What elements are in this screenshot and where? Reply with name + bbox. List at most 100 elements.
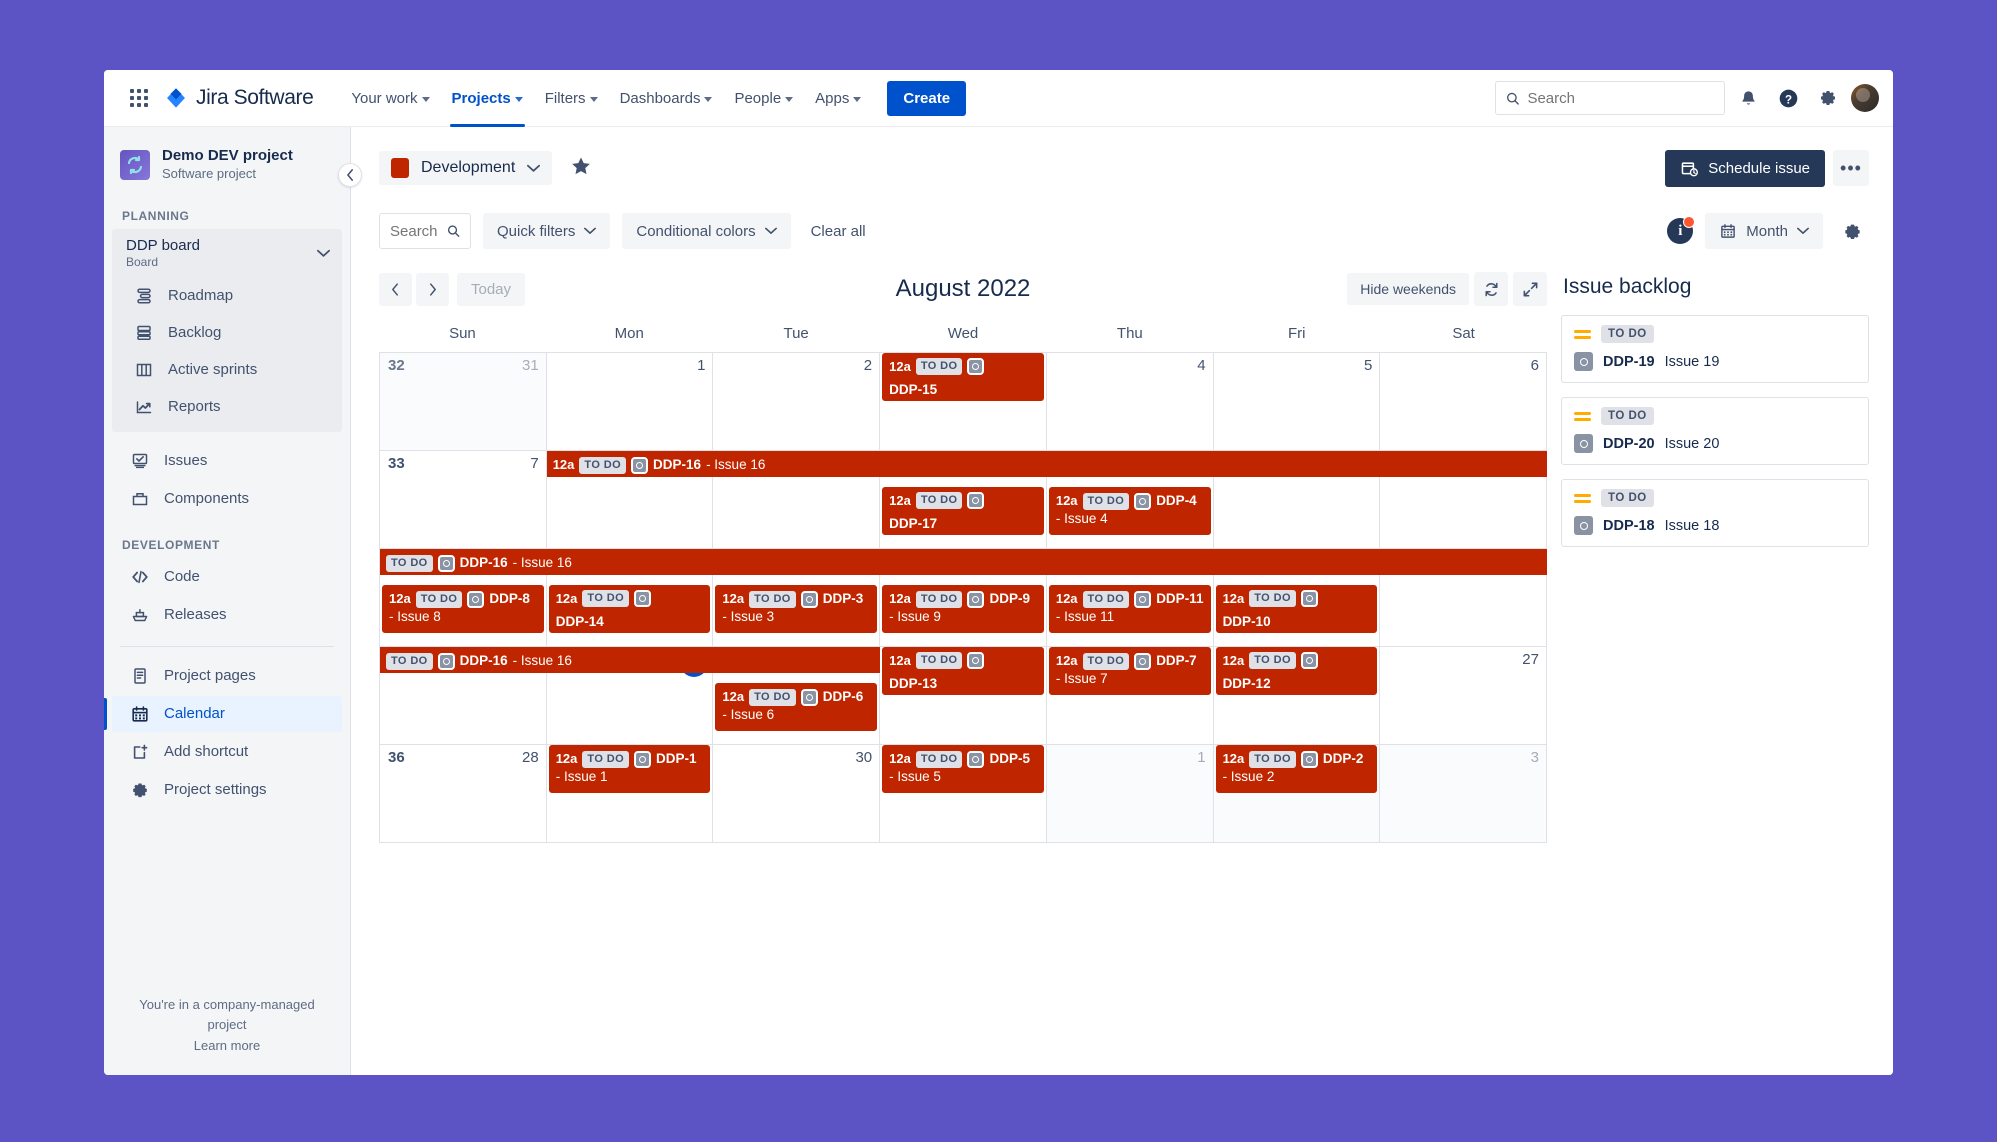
favorite-star-button[interactable] — [570, 155, 592, 182]
calendar-search-box[interactable] — [379, 213, 471, 249]
calendar-event[interactable]: 12a TO DO DDP-12 - Issue 12 — [1215, 647, 1378, 695]
avatar[interactable] — [1851, 84, 1879, 112]
status-badge: TO DO — [749, 688, 796, 706]
sidebar-item-calendar[interactable]: Calendar — [104, 695, 342, 732]
sidebar-item-active-sprints[interactable]: Active sprints — [116, 352, 338, 388]
nav-filters[interactable]: Filters — [535, 79, 608, 117]
calendar-search-input[interactable] — [390, 222, 447, 240]
event-time: 12a — [1222, 751, 1245, 767]
jira-software-logo-link[interactable]: Jira Software — [165, 86, 314, 110]
hide-weekends-button[interactable]: Hide weekends — [1347, 273, 1469, 305]
event-time: 12a — [889, 493, 911, 508]
schedule-issue-button[interactable]: Schedule issue — [1665, 149, 1825, 187]
conditional-colors-dropdown[interactable]: Conditional colors — [622, 213, 791, 249]
status-badge: TO DO — [915, 750, 963, 768]
backlog-issue-card[interactable]: TO DO DDP-19 Issue 19 — [1561, 315, 1869, 383]
event-summary: - Issue 12 — [1223, 693, 1282, 695]
fullscreen-button[interactable] — [1513, 272, 1547, 306]
gear-icon — [1821, 91, 1835, 105]
prev-month-button[interactable] — [379, 272, 412, 306]
sidebar-item-releases[interactable]: Releases — [112, 597, 342, 633]
nav-projects[interactable]: Projects — [442, 79, 533, 127]
calendar-event[interactable]: 12a TO DO DDP-17 - Issue 17 — [882, 487, 1044, 535]
event-meta-line: 12a TO DO DDP-9 — [889, 590, 1037, 608]
notifications-button[interactable] — [1731, 81, 1765, 115]
calendar-event[interactable]: 12a TO DO DDP-14 - Issue 14 — [548, 585, 711, 633]
sidebar-item-roadmap[interactable]: Roadmap — [116, 278, 338, 314]
calendar-event[interactable]: 12a TO DO DDP-4 - Issue 4 — [1048, 487, 1211, 535]
sidebar-item-code[interactable]: Code — [112, 559, 342, 595]
global-search-box[interactable] — [1495, 81, 1725, 115]
calendar-event[interactable]: 12a TO DO DDP-9 - Issue 9 — [882, 585, 1044, 633]
task-icon — [437, 554, 455, 572]
nav-people[interactable]: People — [724, 79, 803, 117]
sidebar-item-add-shortcut[interactable]: Add shortcut — [112, 734, 342, 770]
calendar-event[interactable]: 12a TO DO DDP-10 - Issue 10 — [1215, 585, 1378, 633]
today-button[interactable]: Today — [457, 272, 526, 306]
sidebar-item-project-pages[interactable]: Project pages — [112, 658, 342, 694]
quick-filters-dropdown[interactable]: Quick filters — [483, 213, 611, 249]
sidebar-item-issues[interactable]: Issues — [112, 443, 342, 479]
dow-sun: Sun — [449, 325, 476, 342]
sidebar-item-project-settings[interactable]: Project settings — [112, 772, 342, 808]
calendar-event[interactable]: 12a TO DO DDP-15 - Issue 15 — [882, 353, 1044, 401]
more-actions-button[interactable]: ••• — [1833, 150, 1869, 186]
calendar-event[interactable]: 12a TO DO DDP-1 - Issue 1 — [548, 745, 711, 793]
info-button[interactable]: i — [1667, 216, 1696, 244]
learn-more-link[interactable]: Learn more — [120, 1036, 334, 1057]
task-icon — [800, 688, 818, 706]
week-events-layer: TO DO DDP-16- Issue 16 12a TO DO DDP-8- Issu… — [380, 549, 1547, 633]
nav-dashboards[interactable]: Dashboards — [610, 79, 723, 117]
task-icon — [800, 590, 818, 608]
calendar-event[interactable]: 12a TO DO DDP-13 - Issue 13 — [882, 647, 1044, 695]
board-selector-pill[interactable]: Development — [379, 151, 553, 185]
sidebar-item-backlog[interactable]: Backlog — [116, 315, 338, 351]
create-button[interactable]: Create — [887, 80, 967, 116]
calendar-event[interactable]: 12a TO DO DDP-8 - Issue 8 — [382, 585, 544, 633]
calendar-grid: 323112345612aTO DODDP-15- Issue 15337891… — [379, 352, 1547, 843]
backlog-issue-card[interactable]: TO DO DDP-20 Issue 20 — [1561, 397, 1869, 465]
view-mode-dropdown[interactable]: Month — [1705, 213, 1823, 249]
calendar-event[interactable]: 12a TO DO DDP-6 - Issue 6 — [715, 683, 878, 731]
calendar-event[interactable]: TO DO DDP-16 - Issue 16 — [380, 549, 1547, 575]
event-issue-key: DDP-16 — [459, 653, 508, 668]
help-button[interactable]: ? — [1771, 81, 1805, 115]
calendar-event[interactable]: 12a TO DO DDP-5 - Issue 5 — [882, 745, 1044, 793]
global-search-input[interactable] — [1527, 89, 1714, 107]
calendar-event[interactable]: 12a TO DO DDP-7 - Issue 7 — [1048, 647, 1211, 695]
project-header[interactable]: Demo DEV project Software project — [104, 127, 350, 199]
task-icon — [634, 590, 652, 608]
app-switcher-button[interactable] — [122, 81, 156, 115]
event-summary: - Issue 17 — [889, 533, 948, 535]
calendar-event[interactable]: 12a TO DO DDP-2 - Issue 2 — [1215, 745, 1378, 793]
calendar-settings-button[interactable] — [1835, 214, 1869, 248]
backlog-issue-card[interactable]: TO DO DDP-18 Issue 18 — [1561, 479, 1869, 547]
calendar-event[interactable]: 12a TO DO DDP-11 - Issue 11 — [1048, 585, 1211, 633]
calendar-week-row: 337891011121312aTO DODDP-16- Issue 1612a… — [380, 451, 1547, 549]
nav-your-work[interactable]: Your work — [341, 79, 439, 117]
sidebar-item-components[interactable]: Components — [112, 481, 342, 517]
sidebar-collapse-button[interactable] — [338, 163, 362, 187]
pages-icon — [134, 667, 146, 684]
next-month-button[interactable] — [416, 272, 449, 306]
search-icon — [1507, 92, 1519, 105]
calendar-event[interactable]: 12a TO DO DDP-16 - Issue 16 — [546, 451, 1547, 477]
status-badge: TO DO — [1082, 492, 1130, 510]
event-summary: - Issue 15 — [889, 399, 948, 401]
clear-all-button[interactable]: Clear all — [803, 223, 874, 240]
sidebar-item-reports[interactable]: Reports — [116, 389, 338, 425]
event-meta-line: 12a TO DO DDP-16 - Issue 16 — [553, 456, 1541, 474]
board-selector[interactable]: DDP board Board — [112, 229, 342, 277]
project-avatar-icon — [120, 149, 150, 180]
nav-apps[interactable]: Apps — [805, 79, 871, 117]
backlog-card-bottom: DDP-19 Issue 19 — [1574, 352, 1856, 371]
settings-button[interactable] — [1811, 81, 1845, 115]
event-time: 12a — [1222, 591, 1245, 606]
calendar-event[interactable]: TO DO DDP-16 - Issue 16 — [380, 647, 881, 673]
event-time: 12a — [552, 457, 575, 473]
sidebar-divider — [120, 645, 334, 647]
calendar-event[interactable]: 12a TO DO DDP-3 - Issue 3 — [715, 585, 878, 633]
refresh-button[interactable] — [1474, 272, 1508, 306]
task-icon — [1574, 434, 1593, 453]
event-issue-key: DDP-12 — [1222, 675, 1271, 691]
